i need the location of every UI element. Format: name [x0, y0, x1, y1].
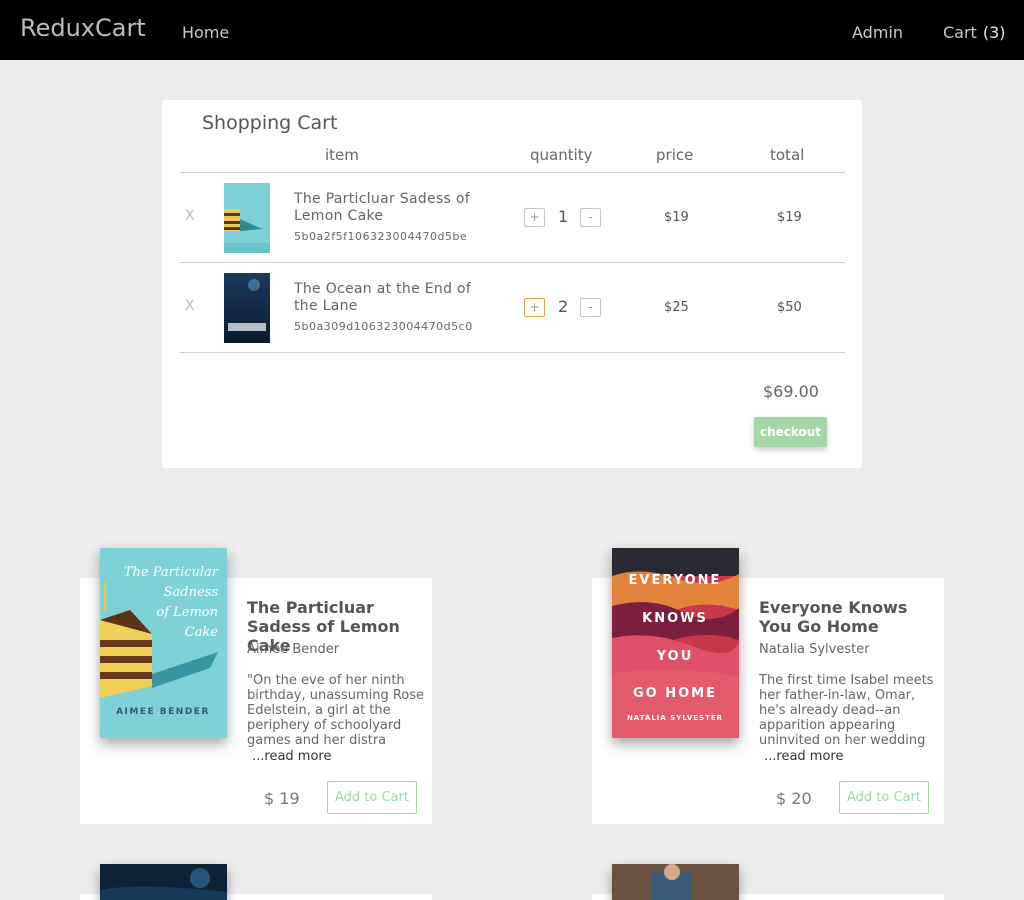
nav-home-link[interactable]: Home — [182, 23, 229, 42]
cart-title: Shopping Cart — [202, 112, 338, 134]
decrease-quantity-button[interactable]: - — [580, 298, 601, 317]
column-header-quantity: quantity — [530, 146, 593, 164]
svg-text:Cake: Cake — [185, 625, 219, 640]
svg-text:AIMEE BENDER: AIMEE BENDER — [116, 707, 210, 717]
book-cover — [100, 864, 227, 900]
book-cover: EVERYONE KNOWS YOU GO HOME NATALIA SYLVE… — [612, 548, 739, 738]
svg-text:Sadness: Sadness — [164, 585, 219, 600]
product-title: Everyone Knows You Go Home — [759, 598, 908, 636]
cart-item-total: $19 — [777, 210, 802, 225]
shopping-cart-panel: Shopping Cart item quantity price total … — [162, 100, 862, 468]
svg-text:The Particular: The Particular — [124, 565, 219, 580]
product-author: Aimee Bender — [247, 642, 340, 657]
cart-item-price: $19 — [664, 210, 689, 225]
cart-item-title: The Particluar Sadess of Lemon Cake — [294, 191, 470, 224]
nav-admin-link[interactable]: Admin — [852, 23, 903, 42]
add-to-cart-button[interactable]: Add to Cart — [839, 781, 929, 814]
product-price: $ 20 — [776, 789, 812, 808]
svg-text:of Lemon: of Lemon — [156, 605, 218, 620]
divider — [180, 352, 845, 353]
svg-text:KNOWS: KNOWS — [642, 611, 708, 626]
decrease-quantity-button[interactable]: - — [580, 208, 601, 227]
product-price: $ 19 — [264, 789, 300, 808]
product-author: Natalia Sylvester — [759, 642, 870, 657]
quantity-value: 2 — [558, 297, 569, 316]
quantity-value: 1 — [558, 207, 569, 226]
read-more-link[interactable]: ...read more — [252, 749, 331, 764]
brand-logo[interactable]: ReduxCart — [20, 14, 146, 42]
cart-item-total: $50 — [777, 300, 802, 315]
cart-row: X The Ocean at the End of the Lane 5b0a3… — [180, 263, 845, 353]
column-header-total: total — [770, 146, 805, 164]
svg-text:YOU: YOU — [656, 649, 694, 664]
book-cover — [612, 864, 739, 900]
cart-item-title: The Ocean at the End of the Lane — [294, 281, 472, 314]
increase-quantity-button[interactable]: + — [524, 298, 545, 317]
product-description: The first time Isabel meets her father-i… — [759, 673, 934, 748]
remove-item-button[interactable]: X — [185, 208, 195, 224]
book-thumbnail — [224, 273, 270, 343]
svg-text:GO HOME: GO HOME — [633, 686, 717, 701]
column-header-price: price — [656, 146, 694, 164]
read-more-link[interactable]: ...read more — [764, 749, 843, 764]
checkout-button[interactable]: checkout — [754, 417, 827, 447]
cart-row: X The Particluar Sadess of Lemon Cake 5b… — [180, 173, 845, 263]
nav-cart-link[interactable]: Cart (3) — [943, 23, 1006, 42]
column-header-item: item — [325, 146, 359, 164]
book-cover: The Particular Sadness of Lemon Cake AIM… — [100, 548, 227, 738]
add-to-cart-button[interactable]: Add to Cart — [327, 781, 417, 814]
increase-quantity-button[interactable]: + — [524, 208, 545, 227]
remove-item-button[interactable]: X — [185, 298, 195, 314]
cart-item-id: 5b0a309d106323004470d5c0 — [294, 320, 473, 333]
product-card: The Particular Sadness of Lemon Cake AIM… — [80, 548, 432, 824]
book-thumbnail — [224, 183, 270, 253]
nav-cart-label: Cart — [943, 23, 977, 42]
cart-item-id: 5b0a2f5f106323004470d5be — [294, 230, 468, 243]
navbar: ReduxCart Home Admin Cart (3) — [0, 0, 1024, 60]
product-card: EVERYONE KNOWS YOU GO HOME NATALIA SYLVE… — [592, 548, 944, 824]
cart-grand-total: $69.00 — [763, 382, 819, 401]
cart-item-price: $25 — [664, 300, 689, 315]
cart-count-badge: (3) — [982, 23, 1006, 42]
svg-text:NATALIA SYLVESTER: NATALIA SYLVESTER — [627, 714, 723, 722]
svg-text:EVERYONE: EVERYONE — [629, 573, 722, 588]
product-description: "On the eve of her ninth birthday, unass… — [247, 673, 425, 748]
